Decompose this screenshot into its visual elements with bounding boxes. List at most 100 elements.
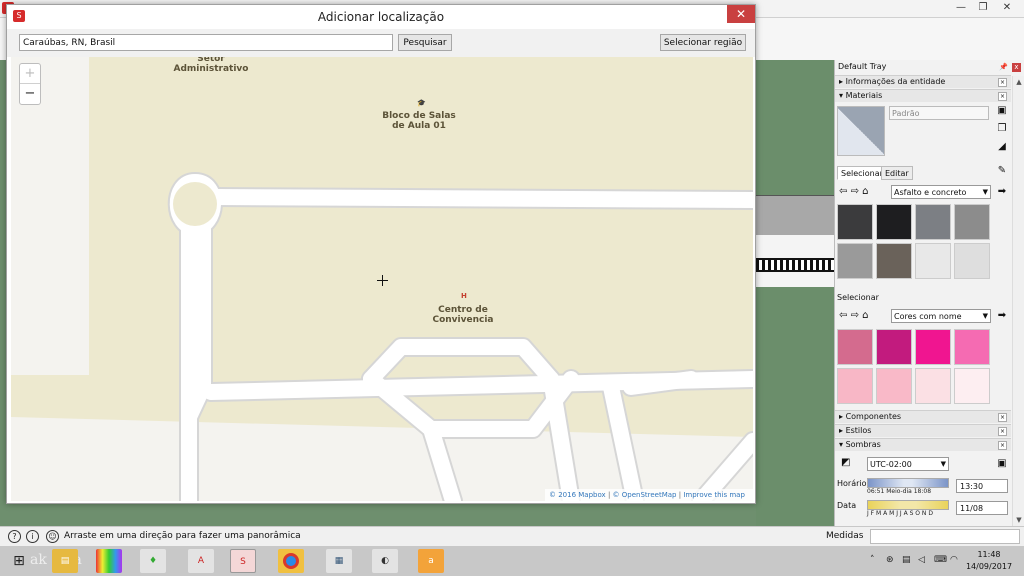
sample-paint-icon[interactable]: ◢ bbox=[995, 140, 1009, 153]
close-icon[interactable]: × bbox=[998, 78, 1007, 87]
back-arrow-icon[interactable]: ⇦ bbox=[839, 186, 847, 197]
sketchup-pro-icon[interactable]: ◐ bbox=[372, 549, 398, 573]
material-swatch[interactable] bbox=[915, 329, 951, 365]
material-swatch[interactable] bbox=[837, 204, 873, 240]
dialog-close-button[interactable]: ✕ bbox=[727, 5, 755, 23]
material-swatch[interactable] bbox=[837, 243, 873, 279]
road-segment bbox=[423, 421, 461, 501]
material-swatch[interactable] bbox=[954, 243, 990, 279]
material-swatch[interactable] bbox=[915, 204, 951, 240]
user-icon[interactable]: ☺ bbox=[46, 530, 59, 543]
chevron-up-icon[interactable]: ˄ bbox=[870, 555, 875, 565]
section-styles[interactable]: ▸ Estilos × bbox=[835, 424, 1011, 437]
forward-arrow-icon[interactable]: ⇨ bbox=[851, 186, 859, 197]
details-arrow-icon[interactable]: ➡ bbox=[995, 185, 1009, 198]
home-icon[interactable]: ⌂ bbox=[862, 310, 868, 321]
material-swatch[interactable] bbox=[915, 368, 951, 404]
geo-location-icon[interactable]: ? bbox=[8, 530, 21, 543]
section-shadows[interactable]: ▾ Sombras × bbox=[835, 438, 1011, 451]
chrome-icon[interactable] bbox=[278, 549, 304, 573]
tray-scrollbar[interactable]: ▲ ▼ bbox=[1012, 76, 1024, 526]
sketchup-task-icon[interactable]: S bbox=[230, 549, 256, 573]
improve-map-link[interactable]: Improve this map bbox=[683, 491, 745, 499]
section-entity-info[interactable]: ▸ Informações da entidade × bbox=[835, 75, 1011, 88]
avast-icon[interactable]: a bbox=[418, 549, 444, 573]
map-view[interactable]: Setor Administrativo 🎓 Bloco de Salas de… bbox=[11, 57, 753, 501]
clock-date[interactable]: 14/09/2017 bbox=[964, 562, 1014, 571]
material-swatch[interactable] bbox=[876, 204, 912, 240]
material-swatch[interactable] bbox=[954, 329, 990, 365]
material-swatch[interactable] bbox=[837, 329, 873, 365]
media-app-icon[interactable] bbox=[96, 549, 122, 573]
display-secondary-icon[interactable]: ▣ bbox=[995, 104, 1009, 117]
calculator-icon[interactable]: ▦ bbox=[326, 549, 352, 573]
wifi-icon[interactable]: ◠ bbox=[950, 555, 958, 565]
map-attribution: © 2016 Mapbox | © OpenStreetMap | Improv… bbox=[545, 489, 753, 501]
library-dropdown-2[interactable]: Cores com nome ▼ bbox=[891, 309, 991, 323]
network-icon[interactable]: ▤ bbox=[902, 555, 911, 565]
location-search-input[interactable] bbox=[19, 34, 393, 51]
volume-icon[interactable]: ◁ bbox=[918, 555, 925, 565]
date-slider[interactable] bbox=[867, 500, 949, 510]
measurements-label: Medidas bbox=[826, 531, 864, 541]
plant-app-icon[interactable]: ♦ bbox=[140, 549, 166, 573]
close-icon[interactable]: × bbox=[998, 427, 1007, 436]
language-icon[interactable]: ⌨ bbox=[934, 555, 947, 565]
library-dropdown-1[interactable]: Asfalto e concreto ▼ bbox=[891, 185, 991, 199]
scroll-up-icon[interactable]: ▲ bbox=[1015, 78, 1023, 86]
select-region-button[interactable]: Selecionar região bbox=[660, 34, 746, 51]
material-name-field[interactable]: Padrão bbox=[889, 106, 989, 120]
material-swatch[interactable] bbox=[954, 204, 990, 240]
material-swatch[interactable] bbox=[876, 329, 912, 365]
time-slider[interactable] bbox=[867, 478, 949, 488]
eyedropper-icon[interactable]: ✎ bbox=[995, 164, 1009, 177]
viewport-fence bbox=[756, 258, 834, 272]
windows-start-icon[interactable]: ⊞ bbox=[6, 549, 32, 573]
create-material-icon[interactable]: ❐ bbox=[995, 122, 1009, 135]
close-icon[interactable]: ✕ bbox=[996, 0, 1018, 16]
antivirus-tray-icon[interactable]: ⊛ bbox=[886, 555, 894, 565]
viewport-road bbox=[756, 195, 834, 235]
clock-time[interactable]: 11:48 bbox=[964, 550, 1014, 559]
home-icon[interactable]: ⌂ bbox=[862, 186, 868, 197]
close-icon[interactable]: × bbox=[998, 413, 1007, 422]
time-spinner[interactable]: 13:30 bbox=[956, 479, 1008, 493]
pin-icon[interactable]: 📌 bbox=[999, 63, 1008, 71]
scroll-down-icon[interactable]: ▼ bbox=[1015, 516, 1023, 524]
back-arrow-icon[interactable]: ⇦ bbox=[839, 310, 847, 321]
forward-arrow-icon[interactable]: ⇨ bbox=[851, 310, 859, 321]
mapbox-link[interactable]: © 2016 Mapbox bbox=[549, 491, 606, 499]
close-icon[interactable]: × bbox=[998, 92, 1007, 101]
material-swatch[interactable] bbox=[915, 243, 951, 279]
minimize-icon[interactable]: — bbox=[950, 0, 972, 16]
timezone-dropdown[interactable]: UTC-02:00 ▼ bbox=[867, 457, 949, 471]
file-explorer-icon[interactable]: ▤ bbox=[52, 549, 78, 573]
shadow-toggle-icon[interactable]: ◩ bbox=[841, 457, 850, 468]
material-swatch[interactable] bbox=[876, 368, 912, 404]
tray-close-icon[interactable]: x bbox=[1012, 63, 1021, 72]
zoom-in-button[interactable]: + bbox=[20, 64, 40, 84]
autocad-icon[interactable]: A bbox=[188, 549, 214, 573]
school-icon: 🎓 bbox=[417, 99, 426, 107]
shadow-settings-icon[interactable]: ▣ bbox=[995, 457, 1009, 470]
material-swatch[interactable] bbox=[876, 243, 912, 279]
close-icon[interactable]: × bbox=[998, 441, 1007, 450]
chevron-down-icon: ▼ bbox=[982, 188, 988, 196]
search-button[interactable]: Pesquisar bbox=[398, 34, 452, 51]
material-swatch[interactable] bbox=[837, 368, 873, 404]
credits-icon[interactable]: i bbox=[26, 530, 39, 543]
section-materials[interactable]: ▾ Materiais × bbox=[835, 89, 1011, 102]
chevron-down-icon: ▼ bbox=[982, 312, 988, 320]
section-components[interactable]: ▸ Componentes × bbox=[835, 410, 1011, 423]
tab-select[interactable]: Selecionar bbox=[837, 166, 887, 180]
date-spinner[interactable]: 11/08 bbox=[956, 501, 1008, 515]
material-swatch[interactable] bbox=[954, 368, 990, 404]
add-location-dialog: S Adicionar localização ✕ Pesquisar Sele… bbox=[6, 4, 756, 504]
zoom-out-button[interactable]: − bbox=[20, 84, 40, 104]
model-viewport[interactable] bbox=[756, 60, 834, 526]
details-arrow-icon[interactable]: ➡ bbox=[995, 309, 1009, 322]
maximize-icon[interactable]: ❐ bbox=[972, 0, 994, 16]
openstreetmap-link[interactable]: © OpenStreetMap bbox=[613, 491, 677, 499]
tab-edit[interactable]: Editar bbox=[881, 166, 913, 180]
measurements-input[interactable] bbox=[870, 529, 1020, 544]
